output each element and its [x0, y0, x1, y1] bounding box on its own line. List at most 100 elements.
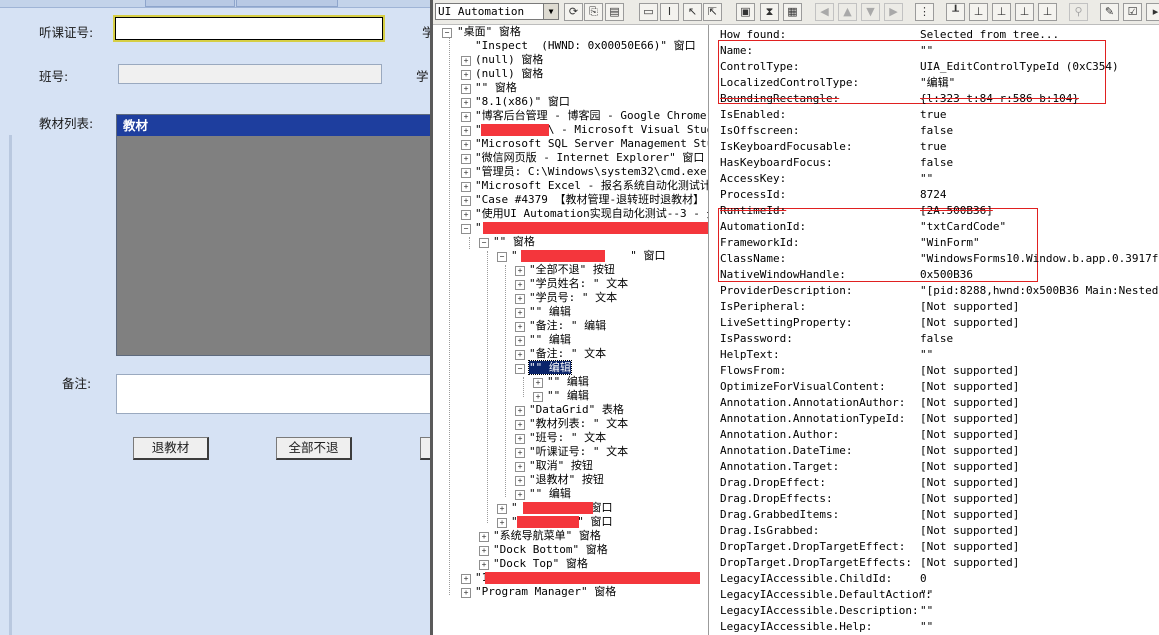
tree-item[interactable]: + "学员号: " 文本 [515, 291, 617, 305]
property-value[interactable]: [Not supported] [920, 444, 1019, 458]
property-value[interactable]: [Not supported] [920, 380, 1019, 394]
dropdown-arrow-icon[interactable]: ▼ [543, 4, 558, 19]
property-value[interactable]: {l:323 t:84 r:586 b:104} [920, 92, 1079, 106]
tree-item[interactable]: + "Case #4379 【教材管理-退转班时退教材】 [461, 193, 704, 207]
property-name[interactable]: DropTarget.DropTargetEffects: [720, 556, 912, 570]
properties-icon[interactable]: ▤ [605, 3, 624, 21]
tree-item[interactable]: − "" 窗格 [479, 235, 535, 249]
parent-icon[interactable]: ┸ [946, 3, 965, 21]
property-name[interactable]: RuntimeId: [720, 204, 786, 218]
next-sibling-icon[interactable]: ⊥ [992, 3, 1011, 21]
property-name[interactable]: IsKeyboardFocusable: [720, 140, 852, 154]
mode-select[interactable]: UI Automation ▼ [435, 3, 559, 20]
property-value[interactable]: [Not supported] [920, 508, 1019, 522]
copy-icon[interactable]: ⎘ [584, 3, 603, 21]
property-value[interactable]: "" [920, 44, 933, 58]
property-name[interactable]: LegacyIAccessible.DefaultAction: [720, 588, 932, 602]
tree-item[interactable]: + (null) 窗格 [461, 53, 543, 67]
text-cursor-icon[interactable]: I [660, 3, 679, 21]
cancel-button-partial[interactable] [420, 437, 430, 460]
property-value[interactable]: [2A.500B36] [920, 204, 993, 218]
tree-item[interactable]: + "Program Manager" 窗格 [461, 585, 616, 599]
nav-up-icon[interactable]: ▲ [838, 3, 857, 21]
tree-item-target-app[interactable]: − " [461, 221, 482, 235]
property-name[interactable]: BoundingRectangle: [720, 92, 839, 106]
property-value[interactable]: [Not supported] [920, 300, 1019, 314]
property-name[interactable]: FlowsFrom: [720, 364, 786, 378]
property-name[interactable]: Name: [720, 44, 753, 58]
tree-item[interactable]: + "听课证号: " 文本 [515, 445, 628, 459]
property-value[interactable]: true [920, 140, 947, 154]
tree-item[interactable]: + "班号: " 文本 [515, 431, 606, 445]
property-value[interactable]: [Not supported] [920, 524, 1019, 538]
property-name[interactable]: ControlType: [720, 60, 799, 74]
property-value[interactable]: "" [920, 348, 933, 362]
property-value[interactable]: "[pid:8288,hwnd:0x500B36 Main:Nested [pi [920, 284, 1159, 298]
property-name[interactable]: IsPeripheral: [720, 300, 806, 314]
prev-sibling-icon[interactable]: ⊥ [1015, 3, 1034, 21]
property-value[interactable]: [Not supported] [920, 492, 1019, 506]
tree-item[interactable]: + "备注: " 编辑 [515, 319, 606, 333]
property-name[interactable]: IsOffscreen: [720, 124, 799, 138]
form-tab-2[interactable] [145, 0, 235, 7]
form-tab-3[interactable] [236, 0, 338, 7]
tree-item[interactable]: + "" 编辑 [515, 487, 571, 501]
tree-item[interactable]: + "Dock Top" 窗格 [479, 557, 588, 571]
tree-item[interactable]: + "Dock Bottom" 窗格 [479, 543, 608, 557]
invoke-icon[interactable]: ⚲ [1069, 3, 1088, 21]
property-name[interactable]: IsEnabled: [720, 108, 786, 122]
property-value[interactable]: false [920, 124, 953, 138]
property-name[interactable]: Annotation.DateTime: [720, 444, 852, 458]
tree-item[interactable]: + "8.1(x86)" 窗口 [461, 95, 570, 109]
class-number-field[interactable] [118, 64, 382, 84]
first-child-icon[interactable]: ⊥ [969, 3, 988, 21]
property-value[interactable]: [Not supported] [920, 396, 1019, 410]
property-name[interactable]: ProviderDescription: [720, 284, 852, 298]
caret-icon[interactable]: ▦ [783, 3, 802, 21]
refresh-icon[interactable]: ⟳ [564, 3, 583, 21]
nav-forward-icon[interactable]: ▶ [884, 3, 903, 21]
property-name[interactable]: ProcessId: [720, 188, 786, 202]
property-value[interactable]: "WindowsForms10.Window.b.app.0.3917f2_r1 [920, 252, 1159, 266]
last-child-icon[interactable]: ⊥ [1038, 3, 1057, 21]
tree-item[interactable]: + "" 编辑 [533, 389, 589, 403]
property-value[interactable]: 0x500B36 [920, 268, 973, 282]
property-value[interactable]: [Not supported] [920, 428, 1019, 442]
tree-item[interactable]: + "使用UI Automation实现自动化测试--3 - 元 [461, 207, 708, 221]
property-name[interactable]: LegacyIAccessible.ChildId: [720, 572, 892, 586]
tree-root-desktop[interactable]: − "桌面" 窗格 [442, 25, 521, 39]
hourglass-icon[interactable]: ⧗ [760, 3, 779, 21]
tree-item[interactable]: + "博客后台管理 - 博客园 - Google Chrome" [461, 109, 708, 123]
property-name[interactable]: How found: [720, 28, 786, 42]
property-value[interactable]: "WinForm" [920, 236, 980, 250]
property-name[interactable]: Drag.DropEffects: [720, 492, 833, 506]
element-tree[interactable]: − "桌面" 窗格 "Inspect (HWND: 0x00050E66)" 窗口… [433, 25, 709, 635]
property-value[interactable]: "" [920, 172, 933, 186]
tree-item[interactable]: + "" 编辑 [533, 375, 589, 389]
more-icon[interactable]: ▸ [1146, 3, 1159, 21]
property-value[interactable]: 0 [920, 572, 927, 586]
tree-item[interactable]: + "" 编辑 [515, 305, 571, 319]
property-name[interactable]: LegacyIAccessible.Description: [720, 604, 919, 618]
tree-item[interactable]: + "微信网页版 - Internet Explorer" 窗口 [461, 151, 704, 165]
tree-item[interactable]: + "取消" 按钮 [515, 459, 593, 473]
property-name[interactable]: Drag.DropEffect: [720, 476, 826, 490]
highlight-rect-icon[interactable]: ▭ [639, 3, 658, 21]
material-data-grid[interactable]: 教材 [116, 114, 430, 356]
property-name[interactable]: ClassName: [720, 252, 786, 266]
property-value[interactable]: "编辑" [920, 76, 955, 90]
property-name[interactable]: NativeWindowHandle: [720, 268, 846, 282]
remark-input[interactable] [116, 374, 430, 414]
tree-item[interactable]: + "系统导航菜单" 窗格 [479, 529, 601, 543]
tree-item[interactable]: + "教材列表: " 文本 [515, 417, 628, 431]
options-icon[interactable]: ☑ [1123, 3, 1142, 21]
tree-item[interactable]: + "退教材" 按钮 [515, 473, 604, 487]
property-value[interactable]: [Not supported] [920, 412, 1019, 426]
property-value[interactable]: [Not supported] [920, 476, 1019, 490]
property-value[interactable]: [Not supported] [920, 556, 1019, 570]
property-name[interactable]: AutomationId: [720, 220, 806, 234]
properties-panel[interactable]: How found: Selected from tree... Name: "" Co… [709, 25, 1159, 635]
property-value[interactable]: "txtCardCode" [920, 220, 1006, 234]
tree-item-selected[interactable]: − "" 编辑 [515, 360, 572, 375]
property-name[interactable]: Annotation.Author: [720, 428, 839, 442]
